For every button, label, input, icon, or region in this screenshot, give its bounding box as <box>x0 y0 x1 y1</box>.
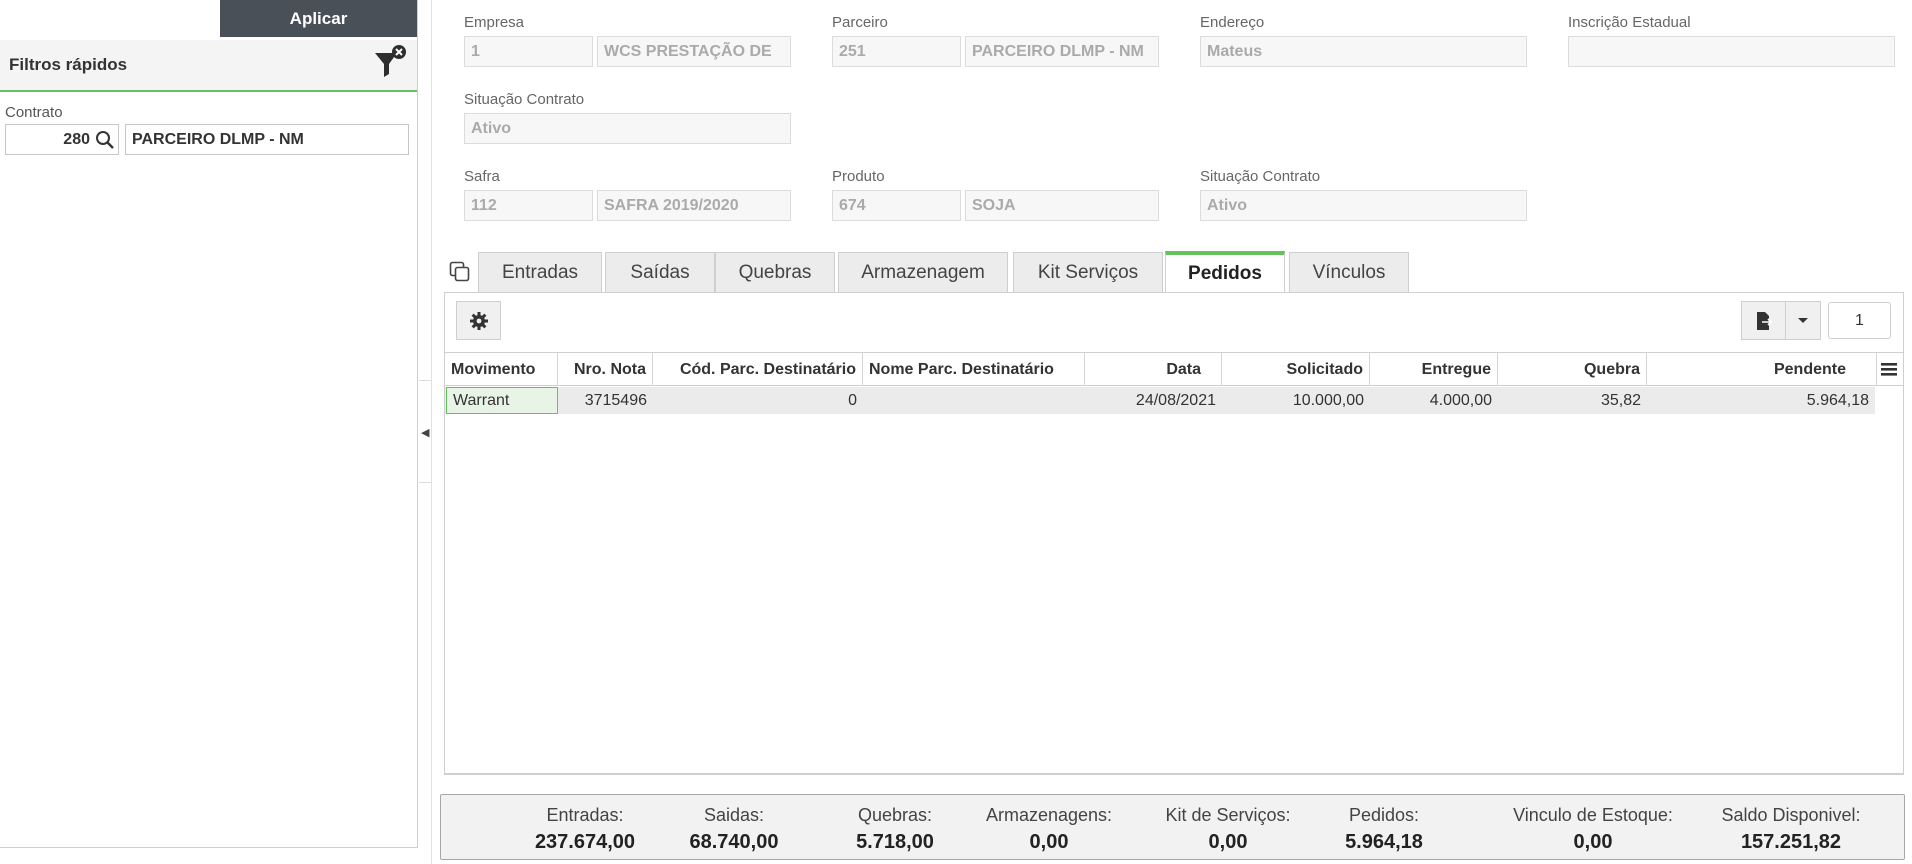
total-armazenagens-value: 0,00 <box>1029 831 1069 853</box>
endereco-label: Endereço <box>1200 14 1265 31</box>
contract-label: Contrato <box>5 104 63 121</box>
total-kit-servicos-value: 0,00 <box>1208 831 1248 853</box>
total-entradas-label: Entradas: <box>546 805 624 825</box>
column-header[interactable]: Entregue <box>1370 353 1498 386</box>
tab-kit-servicos[interactable]: Kit Serviços <box>1013 252 1163 292</box>
tab-pedidos[interactable]: Pedidos <box>1165 251 1285 293</box>
tab-vinculos[interactable]: Vínculos <box>1289 252 1409 292</box>
produto-name-field: SOJA <box>965 190 1159 221</box>
column-header[interactable]: Nro. Nota <box>558 353 653 386</box>
produto-label: Produto <box>832 168 885 185</box>
totals-bar: Entradas: 237.674,00 Saidas: 68.740,00 Q… <box>440 794 1905 860</box>
empresa-label: Empresa <box>464 14 525 31</box>
grid-header-row: Movimento Nro. Nota Cód. Parc. Destinatá… <box>445 352 1903 386</box>
saldo-disponivel-value: 157.251,82 <box>1740 831 1842 853</box>
export-file-icon <box>1756 311 1772 330</box>
total-kit-servicos-label: Kit de Serviços: <box>1165 805 1291 825</box>
safra-code-field: 112 <box>464 190 593 221</box>
cell-cod-parc-destinatario[interactable]: 0 <box>653 387 863 414</box>
column-header[interactable]: Quebra <box>1498 353 1647 386</box>
total-pedidos-label: Pedidos: <box>1348 805 1420 825</box>
column-header[interactable]: Solicitado <box>1222 353 1370 386</box>
situacao-contrato-label-2: Situação Contrato <box>1200 168 1321 185</box>
clear-filter-icon[interactable] <box>372 43 408 83</box>
column-header[interactable]: Pendente <box>1647 353 1877 386</box>
produto-code-field: 674 <box>832 190 961 221</box>
cell-movimento[interactable]: Warrant <box>446 387 558 414</box>
grid-settings-button[interactable] <box>456 301 501 340</box>
quick-filters-title: Filtros rápidos <box>9 55 128 74</box>
cell-nome-parc-destinatario[interactable] <box>863 387 1085 414</box>
page-number-input[interactable]: 1 <box>1828 302 1891 339</box>
inscricao-estadual-label: Inscrição Estadual <box>1568 14 1691 31</box>
situacao-contrato-field-2: Ativo <box>1200 190 1527 221</box>
collapse-panel-icon[interactable]: ◀ <box>421 426 429 439</box>
cell-nro-nota[interactable]: 3715496 <box>558 387 653 414</box>
parceiro-name-field: PARCEIRO DLMP - NM <box>965 36 1159 67</box>
saldo-disponivel-label: Saldo Disponivel: <box>1721 805 1861 825</box>
apply-button[interactable]: Aplicar <box>220 0 417 37</box>
empresa-name-field: WCS PRESTAÇÃO DE <box>597 36 791 67</box>
export-dropdown-button[interactable] <box>1785 301 1821 340</box>
parceiro-label: Parceiro <box>832 14 888 31</box>
column-header[interactable]: Nome Parc. Destinatário <box>863 353 1085 386</box>
column-header[interactable]: Cód. Parc. Destinatário <box>653 353 863 386</box>
table-row[interactable]: Warrant 3715496 0 24/08/2021 10.000,00 4… <box>445 387 1875 414</box>
column-header[interactable]: Movimento <box>445 353 558 386</box>
splitter-divider <box>419 380 431 381</box>
splitter-divider <box>419 482 431 483</box>
empresa-code-field: 1 <box>464 36 593 67</box>
total-armazenagens-label: Armazenagens: <box>985 805 1113 825</box>
total-quebras-label: Quebras: <box>857 805 933 825</box>
copy-icon[interactable] <box>449 261 471 283</box>
inscricao-estadual-field <box>1568 36 1895 67</box>
total-pedidos-value: 5.964,18 <box>1345 831 1423 853</box>
gear-icon <box>469 311 488 330</box>
tab-quebras[interactable]: Quebras <box>715 252 835 292</box>
cell-pendente[interactable]: 5.964,18 <box>1647 387 1875 414</box>
cell-data[interactable]: 24/08/2021 <box>1085 387 1222 414</box>
situacao-contrato-label: Situação Contrato <box>464 91 585 108</box>
safra-name-field: SAFRA 2019/2020 <box>597 190 791 221</box>
total-saidas-label: Saidas: <box>703 805 765 825</box>
quick-filters-panel: Aplicar Filtros rápidos Contrato 280 PAR… <box>0 0 418 848</box>
tab-saidas[interactable]: Saídas <box>605 252 715 292</box>
total-vinculo-estoque-label: Vinculo de Estoque: <box>1513 805 1673 825</box>
export-button[interactable] <box>1741 301 1786 340</box>
endereco-field: Mateus <box>1200 36 1527 67</box>
column-menu-icon[interactable] <box>1880 360 1898 378</box>
search-icon[interactable] <box>95 130 115 150</box>
total-entradas-value: 237.674,00 <box>534 831 636 853</box>
tab-entradas[interactable]: Entradas <box>478 252 602 292</box>
total-vinculo-estoque-value: 0,00 <box>1573 831 1613 853</box>
tab-armazenagem[interactable]: Armazenagem <box>838 252 1008 292</box>
cell-solicitado[interactable]: 10.000,00 <box>1222 387 1370 414</box>
quick-filters-header: Filtros rápidos <box>0 40 417 92</box>
total-saidas-value: 68.740,00 <box>689 831 779 853</box>
caret-down-icon <box>1798 317 1808 323</box>
cell-entregue[interactable]: 4.000,00 <box>1370 387 1498 414</box>
parceiro-code-field: 251 <box>832 36 961 67</box>
total-quebras-value: 5.718,00 <box>856 831 934 853</box>
situacao-contrato-field: Ativo <box>464 113 791 144</box>
safra-label: Safra <box>464 168 500 185</box>
contract-name-field: PARCEIRO DLMP - NM <box>125 124 409 155</box>
column-header[interactable]: Data <box>1085 353 1222 386</box>
cell-quebra[interactable]: 35,82 <box>1498 387 1647 414</box>
